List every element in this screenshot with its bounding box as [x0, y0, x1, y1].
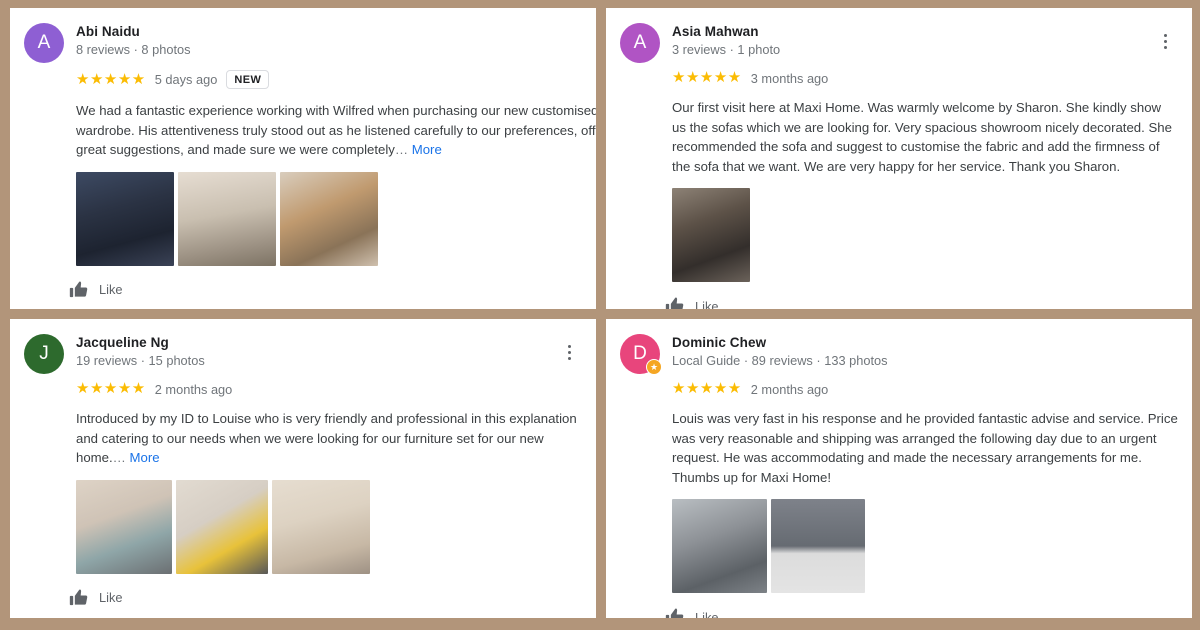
review-text: We had a fantastic experience working wi…: [76, 101, 596, 160]
review-card[interactable]: A Asia Mahwan 3 reviews · 1 photo ★★★★★ …: [606, 8, 1192, 309]
avatar[interactable]: A: [620, 23, 660, 63]
truncation-ellipsis: …: [394, 142, 409, 157]
review-text: Our first visit here at Maxi Home. Was w…: [672, 98, 1192, 176]
reviews-grid: A Abi Naidu 8 reviews · 8 photos ★★★★★ 5…: [0, 0, 1200, 630]
more-options-icon[interactable]: [560, 337, 578, 367]
review-photo[interactable]: [280, 171, 378, 266]
review-photo[interactable]: [76, 171, 174, 266]
more-link[interactable]: More: [130, 450, 160, 465]
thumb-up-icon: [665, 297, 684, 309]
rating-row: ★★★★★ 5 days ago NEW: [76, 70, 596, 89]
rating-row: ★★★★★ 3 months ago: [672, 70, 1192, 86]
review-photo[interactable]: [672, 188, 750, 282]
review-card[interactable]: J Jacqueline Ng 19 reviews · 15 photos ★…: [10, 319, 596, 618]
thumb-up-icon: [69, 589, 88, 605]
review-card[interactable]: D ★ Dominic Chew Local Guide · 89 review…: [606, 319, 1192, 618]
review-date: 2 months ago: [750, 381, 829, 397]
review-photos: [76, 171, 596, 266]
review-header: D ★ Dominic Chew Local Guide · 89 review…: [606, 333, 1192, 375]
review-text: Louis was very fast in his response and …: [672, 409, 1192, 487]
review-text: Introduced by my ID to Louise who is ver…: [76, 409, 596, 468]
avatar[interactable]: J: [24, 334, 64, 374]
avatar-letter: D: [633, 343, 647, 364]
review-photo[interactable]: [272, 479, 370, 574]
review-header: J Jacqueline Ng 19 reviews · 15 photos: [10, 333, 596, 374]
like-button[interactable]: Like: [68, 280, 596, 300]
review-photos: [672, 188, 1192, 282]
star-rating: ★★★★★: [76, 380, 146, 397]
avatar[interactable]: D ★: [620, 334, 662, 375]
review-photos: [76, 479, 596, 574]
reviewer-meta: 3 reviews · 1 photo: [672, 42, 781, 57]
star-rating: ★★★★★: [672, 69, 742, 86]
like-button[interactable]: Like: [68, 588, 596, 608]
review-photo[interactable]: [178, 171, 276, 266]
reviewer-meta: Local Guide · 89 reviews · 133 photos: [672, 353, 888, 368]
like-label: Like: [99, 282, 123, 297]
review-body: We had a fantastic experience working wi…: [76, 103, 596, 157]
review-date: 2 months ago: [154, 381, 233, 397]
review-header: A Asia Mahwan 3 reviews · 1 photo: [606, 22, 1192, 63]
review-body: Louis was very fast in his response and …: [672, 411, 1178, 485]
truncation-ellipsis: …: [112, 450, 126, 465]
like-label: Like: [695, 609, 719, 619]
review-photo[interactable]: [672, 499, 767, 593]
reviewer-name: Jacqueline Ng: [76, 335, 169, 350]
avatar[interactable]: A: [24, 23, 64, 63]
reviewer-name: Abi Naidu: [76, 24, 140, 39]
review-photos: [672, 499, 1192, 593]
thumb-up-icon: [665, 608, 684, 618]
reviewer-meta: 8 reviews · 8 photos: [76, 42, 191, 57]
review-body: Our first visit here at Maxi Home. Was w…: [672, 100, 1172, 174]
review-date: 5 days ago: [154, 72, 218, 87]
new-badge: NEW: [226, 70, 270, 89]
thumb-up-icon: [69, 281, 88, 297]
like-label: Like: [99, 590, 123, 605]
more-options-icon[interactable]: [1156, 26, 1174, 56]
like-button[interactable]: Like: [664, 296, 1192, 309]
review-photo[interactable]: [76, 479, 172, 574]
like-label: Like: [695, 298, 719, 310]
reviewer-name: Asia Mahwan: [672, 24, 759, 39]
review-date: 3 months ago: [750, 70, 829, 86]
rating-row: ★★★★★ 2 months ago: [672, 381, 1192, 397]
reviewer-name: Dominic Chew: [672, 335, 767, 350]
review-photo[interactable]: [771, 499, 865, 593]
review-header: A Abi Naidu 8 reviews · 8 photos: [10, 22, 596, 63]
more-link[interactable]: More: [412, 142, 442, 157]
star-rating: ★★★★★: [76, 70, 146, 88]
review-card[interactable]: A Abi Naidu 8 reviews · 8 photos ★★★★★ 5…: [10, 8, 596, 309]
local-guide-star-badge: ★: [646, 359, 662, 375]
like-button[interactable]: Like: [664, 607, 1192, 618]
star-rating: ★★★★★: [672, 380, 742, 397]
rating-row: ★★★★★ 2 months ago: [76, 381, 596, 397]
review-photo[interactable]: [176, 479, 268, 574]
reviewer-meta: 19 reviews · 15 photos: [76, 353, 205, 368]
